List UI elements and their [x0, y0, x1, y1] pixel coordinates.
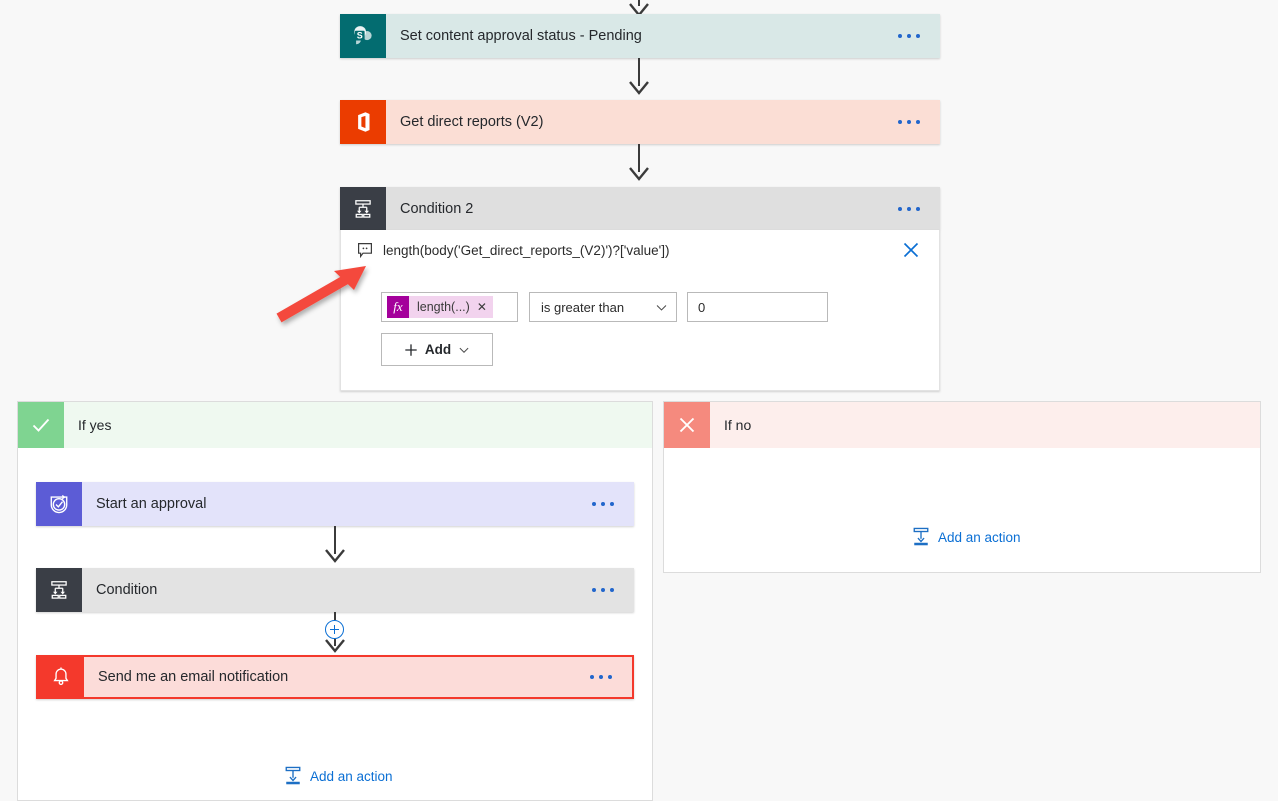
- close-icon: [664, 402, 710, 448]
- more-commands-icon[interactable]: [898, 120, 926, 124]
- more-commands-icon[interactable]: [592, 502, 620, 506]
- plus-icon: [404, 343, 418, 357]
- flow-step-condition[interactable]: Condition: [36, 568, 634, 612]
- more-commands-icon[interactable]: [590, 675, 618, 679]
- chevron-down-icon: [458, 344, 470, 356]
- flow-step-send-me-an-email-notification[interactable]: Send me an email notification: [36, 655, 634, 699]
- add-an-action-label: Add an action: [938, 530, 1021, 545]
- branch-if-no-header: If no: [664, 402, 1260, 448]
- flow-step-title: Set content approval status - Pending: [400, 28, 898, 44]
- notification-bell-icon: [38, 657, 84, 697]
- condition-expression-panel: length(body('Get_direct_reports_(V2)')?[…: [340, 230, 940, 391]
- svg-text:S: S: [357, 30, 363, 40]
- office365-users-icon: [340, 100, 386, 144]
- flow-designer-canvas: S Set content approval status - Pending …: [0, 0, 1278, 801]
- flow-step-get-direct-reports[interactable]: Get direct reports (V2): [340, 100, 940, 144]
- condition-value-input[interactable]: 0: [687, 292, 828, 322]
- expression-token-label: length(...): [409, 300, 477, 314]
- flow-step-start-an-approval[interactable]: Start an approval: [36, 482, 634, 526]
- flow-step-body: Condition: [82, 568, 634, 612]
- condition-value-text: 0: [698, 300, 705, 315]
- flow-step-body: Condition 2: [386, 187, 940, 230]
- fx-icon: fx: [387, 296, 409, 318]
- add-an-action-label: Add an action: [310, 769, 393, 784]
- branch-if-no-label: If no: [710, 402, 1260, 448]
- connector-arrowhead-2: [628, 166, 650, 182]
- insert-action-icon: [912, 527, 930, 547]
- branch-if-yes-header: If yes: [18, 402, 652, 448]
- insert-step-button[interactable]: [325, 620, 344, 639]
- connector-line-yes-2a: [334, 612, 336, 620]
- flow-step-body: Get direct reports (V2): [386, 100, 940, 144]
- connector-arrowhead-yes-1: [324, 548, 346, 564]
- branch-if-no: If no: [663, 401, 1261, 573]
- branch-if-yes-label: If yes: [64, 402, 652, 448]
- sharepoint-icon: S: [340, 14, 386, 58]
- condition-left-operand-field[interactable]: fx length(...) ✕: [381, 292, 518, 322]
- flow-step-body: Start an approval: [82, 482, 634, 526]
- condition-icon: [36, 568, 82, 612]
- flow-step-set-content-approval-status[interactable]: S Set content approval status - Pending: [340, 14, 940, 58]
- flow-step-body: Send me an email notification: [84, 657, 632, 697]
- connector-arrowhead-yes-2: [324, 638, 346, 654]
- comment-icon: [357, 242, 373, 258]
- more-commands-icon[interactable]: [898, 34, 926, 38]
- insert-action-icon: [284, 766, 302, 786]
- expression-row: length(body('Get_direct_reports_(V2)')?[…: [341, 230, 939, 270]
- add-an-action-yes[interactable]: Add an action: [284, 766, 393, 786]
- condition-operator-select[interactable]: is greater than: [529, 292, 677, 322]
- add-condition-button[interactable]: Add: [381, 333, 493, 366]
- close-icon[interactable]: [897, 236, 925, 264]
- chevron-down-icon: [655, 301, 668, 314]
- expression-text: length(body('Get_direct_reports_(V2)')?[…: [383, 243, 897, 258]
- more-commands-icon[interactable]: [592, 588, 620, 592]
- approvals-icon: [36, 482, 82, 526]
- flow-step-title: Get direct reports (V2): [400, 114, 898, 130]
- remove-token-icon[interactable]: ✕: [477, 300, 487, 314]
- flow-step-title: Send me an email notification: [98, 669, 590, 685]
- add-an-action-no[interactable]: Add an action: [912, 527, 1021, 547]
- checkmark-icon: [18, 402, 64, 448]
- condition-icon: [340, 187, 386, 230]
- connector-arrowhead-1: [628, 80, 650, 96]
- flow-step-condition-2[interactable]: Condition 2: [340, 187, 940, 230]
- flow-step-title: Condition: [96, 582, 592, 598]
- flow-step-body: Set content approval status - Pending: [386, 14, 940, 58]
- expression-token[interactable]: fx length(...) ✕: [387, 296, 493, 318]
- condition-row: fx length(...) ✕ is greater than 0: [381, 292, 939, 322]
- more-commands-icon[interactable]: [898, 207, 926, 211]
- condition-controls: fx length(...) ✕ is greater than 0: [341, 270, 939, 386]
- flow-step-title: Start an approval: [96, 496, 592, 512]
- add-condition-label: Add: [425, 342, 451, 357]
- flow-step-title: Condition 2: [400, 201, 898, 217]
- condition-operator-value: is greater than: [541, 300, 655, 315]
